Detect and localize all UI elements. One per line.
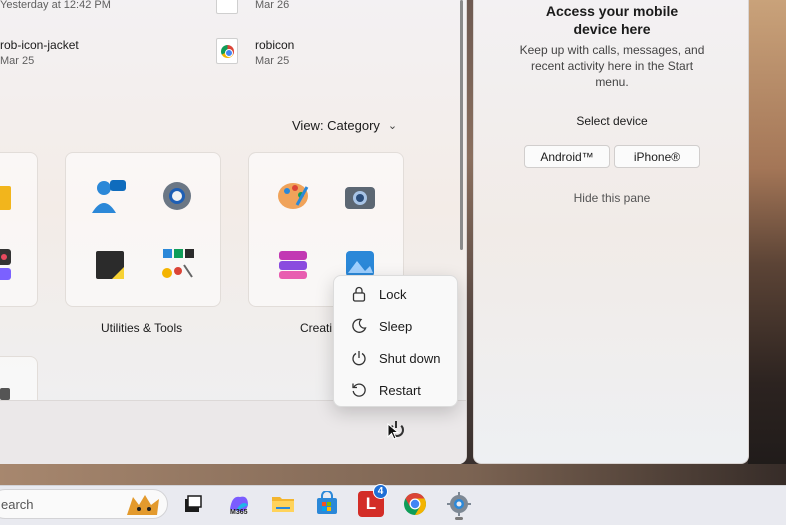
phone-pane-title-line: Access your mobile [545,3,679,19]
utilities-app-icons [92,180,194,279]
sticky-notes-icon [96,251,124,279]
menu-item-label: Sleep [379,318,413,334]
desktop-wallpaper [748,0,786,480]
menu-item-restart[interactable]: Restart [338,375,455,405]
taskbar: earch M365 L [0,485,786,525]
power-context-menu: Lock Sleep Shut down Restart [333,275,458,407]
task-view-button[interactable] [180,491,206,517]
microsoft-store-button[interactable] [314,490,340,517]
search-highlight-fox-icon [127,495,159,515]
chrome-button[interactable] [402,491,428,517]
paint-palette-icon [278,183,309,209]
moon-icon [348,318,370,334]
phone-link-pane: Access your mobile device here Keep up w… [473,0,749,464]
hide-pane-link[interactable]: Hide this pane [474,191,750,205]
recent-item[interactable]: rob-icon-jacket Mar 25 [0,38,79,67]
category-tile-utilities[interactable] [65,152,221,307]
menu-item-label: Lock [379,286,407,302]
search-placeholder: earch [1,496,34,512]
recent-item-date: Mar 25 [255,55,290,67]
clipchamp-icon [279,251,307,279]
category-label: Utilities & Tools [101,321,183,335]
recent-item-date: Mar 26 [255,0,290,11]
phone-pane-title: Access your mobile device here [474,2,750,38]
mouse-cursor-icon [387,423,399,440]
scrollbar[interactable] [460,0,463,250]
recent-item-title: robicon [255,38,295,52]
photos-icon [346,251,374,277]
chrome-icon [404,493,426,515]
chrome-icon [221,45,234,58]
view-category-label: View: Category [292,118,380,133]
active-app-indicator [455,517,463,520]
phone-pane-title-line: device here [573,21,651,37]
file-icon [216,0,238,14]
recent-item[interactable]: Yesterday at 12:42 PM [0,0,111,11]
recent-item-date: Yesterday at 12:42 PM [0,0,111,11]
menu-item-sleep[interactable]: Sleep [338,311,455,341]
phone-pane-description: Keep up with calls, messages, and recent… [519,43,705,89]
app-icon [0,388,10,400]
android-button[interactable]: Android™ [524,145,610,168]
menu-item-shutdown[interactable]: Shut down [338,343,455,373]
microsoft-store-icon [317,490,337,514]
menu-item-label: Shut down [379,350,441,366]
file-explorer-button[interactable] [270,491,296,517]
tools-folder-icon [162,249,194,278]
menu-item-label: Restart [379,382,421,398]
recent-item[interactable]: Mar 26 [255,0,289,11]
iphone-button[interactable]: iPhone® [614,145,700,168]
chrome-file-icon [216,38,238,64]
select-device-label: Select device [576,114,648,128]
menu-item-lock[interactable]: Lock [338,279,455,309]
category-tile[interactable] [0,152,38,307]
settings-icon [447,492,471,516]
notification-badge: 4 [373,484,388,499]
camera-icon [345,187,375,209]
view-category-dropdown[interactable]: View: Category ⌄ [292,118,397,133]
taskbar-search-box[interactable]: earch [0,489,168,519]
restart-icon [348,382,370,398]
partial-app-icons [0,186,11,280]
recent-item[interactable]: robicon Mar 25 [255,38,294,67]
file-explorer-icon [272,497,294,512]
people-chat-icon [92,180,126,213]
chevron-down-icon: ⌄ [387,120,398,132]
settings-gear-icon [163,182,191,210]
m365-label: M365 [230,509,248,516]
power-icon [348,350,370,366]
lock-icon [348,286,370,302]
recent-item-title: rob-icon-jacket [0,38,79,52]
m365-button[interactable]: M365 [226,491,252,517]
category-label: Creati [300,321,333,335]
settings-button[interactable] [446,491,472,517]
desktop-wallpaper-bottom [0,464,786,485]
recent-item-date: Mar 25 [0,55,35,67]
task-view-icon [185,495,202,512]
